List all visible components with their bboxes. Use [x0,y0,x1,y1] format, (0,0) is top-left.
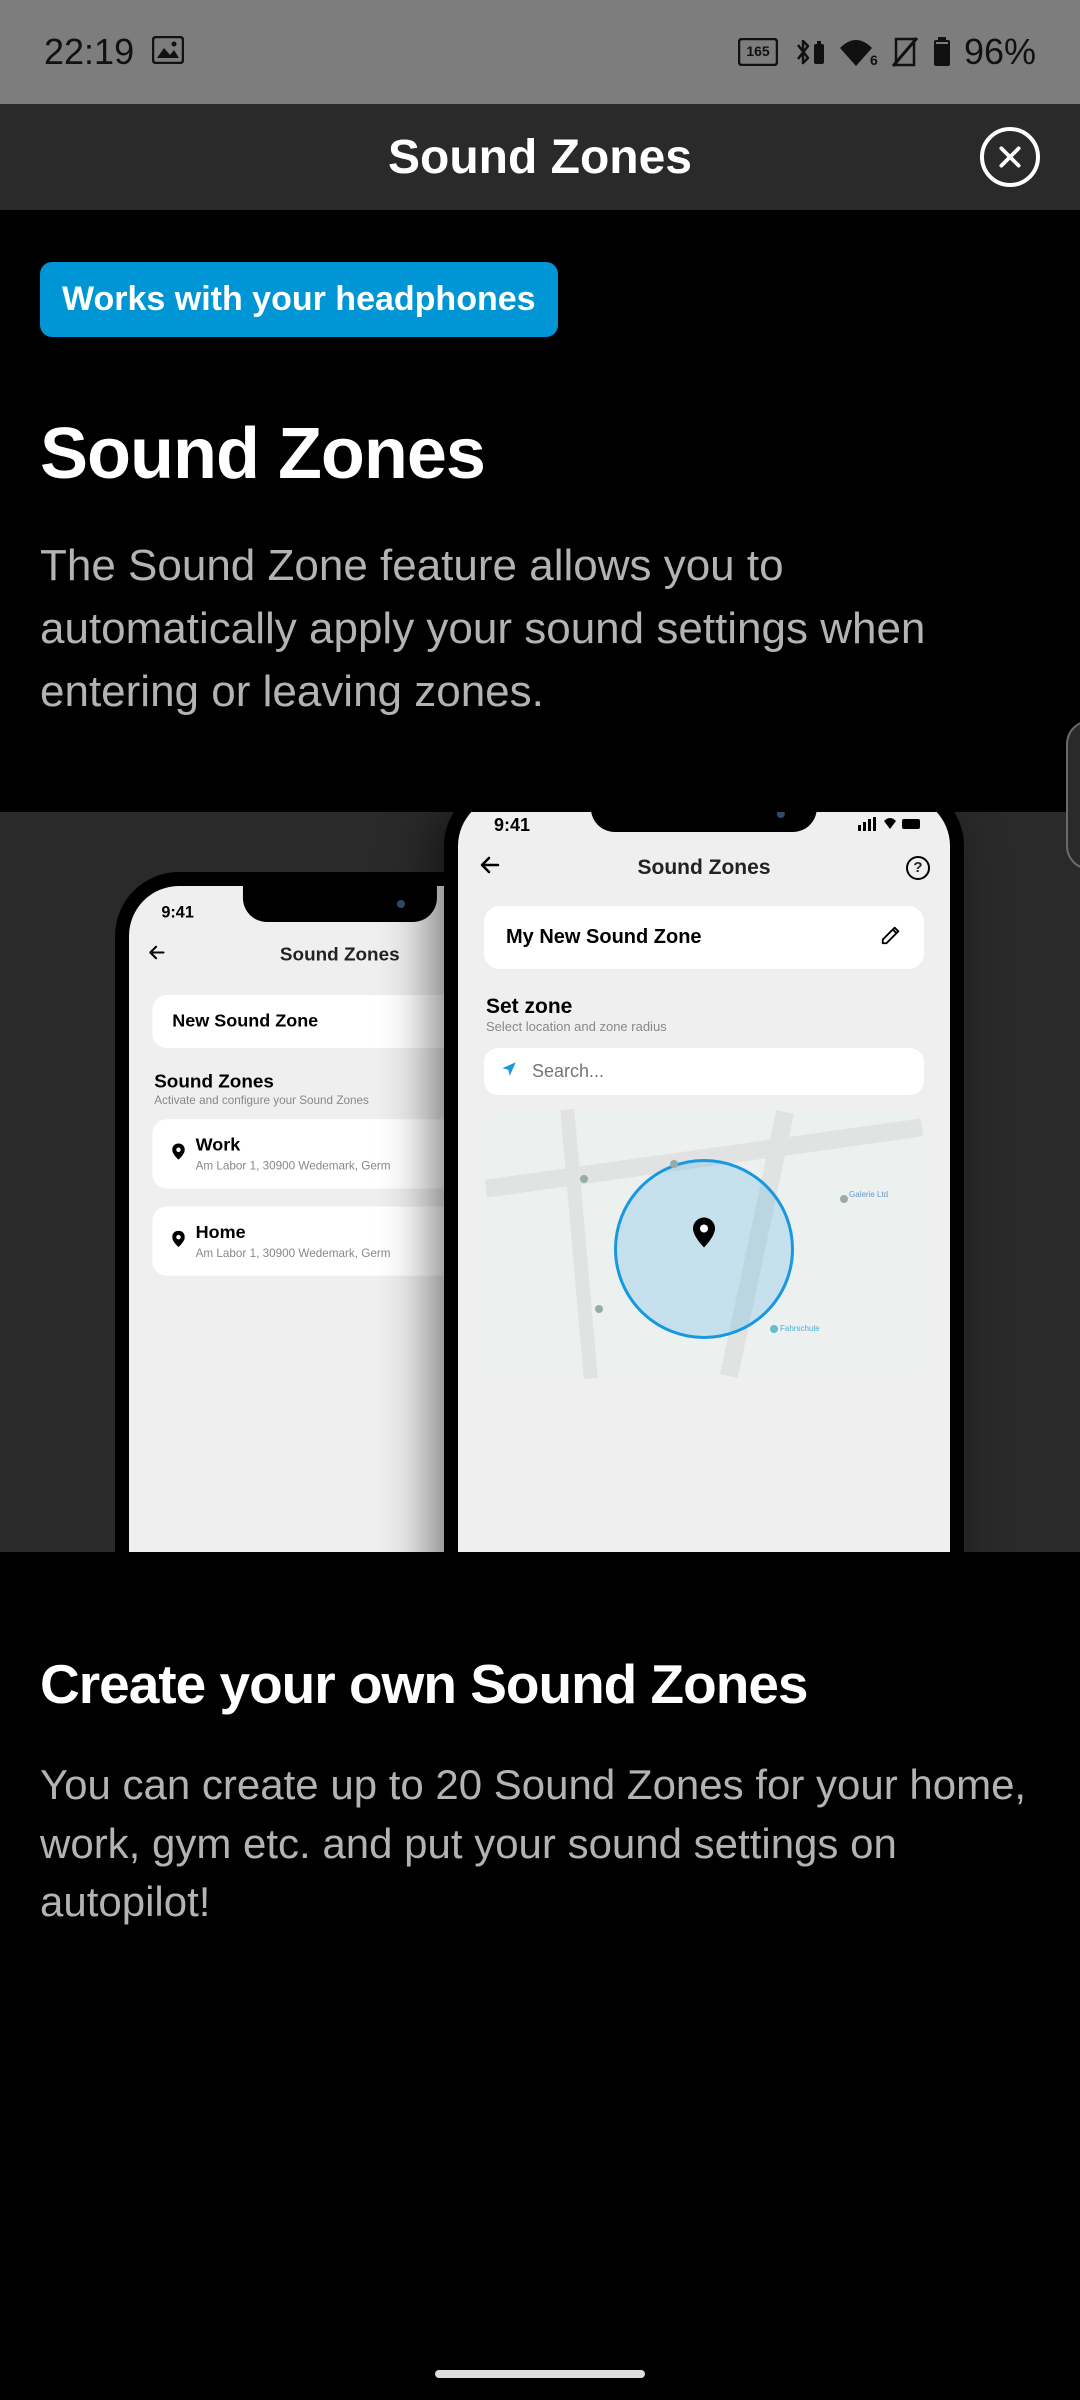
close-button[interactable] [980,127,1040,187]
section2-title: Create your own Sound Zones [40,1652,1040,1716]
home-indicator[interactable] [435,2370,645,2378]
mock-front-title: Sound Zones [638,856,771,880]
svg-text:6: 6 [870,52,878,68]
status-left: 22:19 [44,31,184,73]
mock-zone-name: My New Sound Zone [506,926,702,949]
mock-set-zone: Set zone [484,989,924,1019]
mockup-phone-front: 9:41 Sound Zones ? My New Sound Zone [444,812,964,1552]
mock-search-input [532,1061,908,1082]
svg-text:Galerie Ltd: Galerie Ltd [849,1190,888,1199]
page-title: Sound Zones [388,130,692,185]
mock-search-box [484,1048,924,1095]
status-time: 22:19 [44,31,134,73]
mock-time: 9:41 [161,903,193,922]
mock-time: 9:41 [494,815,530,836]
mock-status-icons [858,815,922,836]
svg-text:Fahrschule: Fahrschule [780,1324,820,1333]
location-arrow-icon [500,1060,518,1083]
refresh-rate-icon: 165 [738,38,778,66]
status-right: 165 6 96% [738,31,1036,73]
pin-icon [172,1231,185,1252]
mock-map: Galerie Ltd Fahrschule [484,1109,924,1379]
bluetooth-battery-icon [790,36,826,68]
battery-icon [932,36,952,68]
mockup-graphic: 9:41 Sound Zones New Sound Zone Sound Zo [0,812,1080,1552]
intro-description: The Sound Zone feature allows you to aut… [40,535,1040,724]
wifi-icon: 6 [838,36,878,68]
battery-percent: 96% [964,31,1036,73]
pin-icon [172,1143,185,1164]
mock-set-zone-sub: Select location and zone radius [484,1019,924,1048]
works-with-badge: Works with your headphones [40,262,558,337]
content: Works with your headphones Sound Zones T… [0,210,1080,1932]
svg-text:165: 165 [746,43,770,59]
help-icon: ? [906,856,930,880]
app-header: Sound Zones [0,104,1080,210]
back-icon [147,942,167,967]
no-sim-icon [890,36,920,68]
back-icon [478,853,502,883]
image-icon [152,31,184,73]
edit-icon [880,924,902,951]
section2-description: You can create up to 20 Sound Zones for … [40,1756,1040,1932]
status-bar: 22:19 165 6 96% [0,0,1080,104]
side-handle[interactable] [1066,720,1080,870]
mock-back-title: Sound Zones [280,944,400,966]
close-icon [997,144,1023,170]
intro-title: Sound Zones [40,413,1040,495]
